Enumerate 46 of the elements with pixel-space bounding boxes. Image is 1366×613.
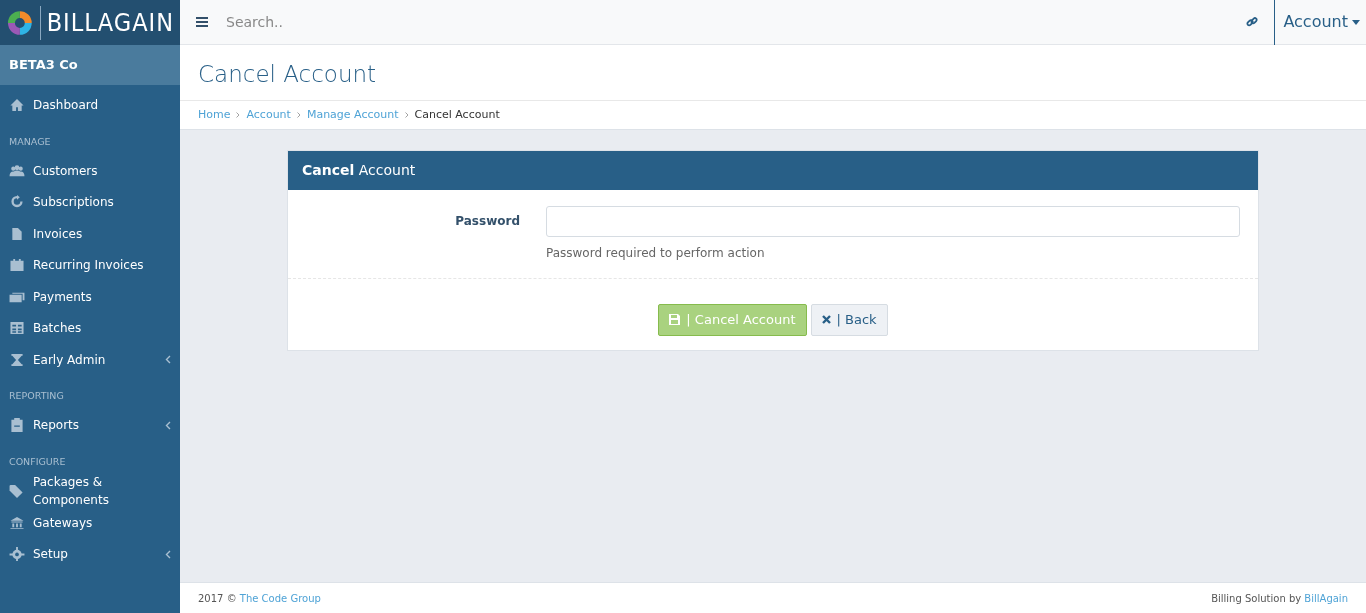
sidebar-item[interactable]: Payments: [0, 280, 180, 313]
caret-icon: [1352, 19, 1360, 25]
brand-logo-text: BILLAGAIN: [46, 6, 174, 39]
house-icon: [9, 97, 25, 112]
sidebar-item[interactable]: Subscriptions: [0, 186, 180, 218]
help-text: Password required to perform action: [546, 245, 766, 262]
logo-icon: [6, 8, 34, 37]
section-heading: MANAGE: [8, 134, 52, 149]
document-icon: [9, 226, 25, 241]
sidebar-item[interactable]: Recurring Invoices: [0, 249, 180, 281]
password-field[interactable]: [546, 206, 1240, 237]
close-icon: [821, 315, 831, 325]
circular-arrows-icon: [9, 195, 25, 209]
breadcrumb-current: Cancel Account: [414, 106, 500, 123]
account-menu[interactable]: Account: [1274, 0, 1366, 45]
hourglass-icon: [9, 352, 25, 367]
sidebar-item[interactable]: Invoices: [0, 217, 180, 250]
back-button[interactable]: | Back: [810, 304, 888, 336]
sidebar-item[interactable]: Batches: [0, 312, 180, 344]
sidebar-item[interactable]: Setup: [0, 538, 180, 570]
bank-icon: [9, 515, 25, 530]
sidebar-item[interactable]: Dashboard: [0, 89, 180, 121]
sidebar-item[interactable]: Early Admin: [0, 343, 180, 376]
section-heading: CONFIGURE: [8, 455, 67, 469]
clipboard-icon: [9, 418, 25, 433]
section-heading: REPORTING: [8, 389, 65, 404]
chevron-right-icon: [236, 111, 241, 118]
credit-text: Billing Solution by: [1211, 592, 1302, 604]
company-name: BETA3 Co: [0, 45, 180, 85]
sidebar-item[interactable]: Customers: [0, 154, 180, 187]
chevron-right-icon: [404, 111, 409, 118]
search-field[interactable]: Search..: [224, 10, 524, 34]
chevron-right-icon: [296, 111, 301, 118]
sidebar-item[interactable]: Gateways: [0, 506, 180, 539]
sidebar-item[interactable]: Reports: [0, 409, 180, 441]
link-icon[interactable]: [1246, 16, 1259, 28]
field-label: Password: [455, 214, 520, 228]
grid-table-icon: [9, 321, 25, 335]
menu-icon[interactable]: [196, 17, 208, 27]
card-header: Cancel Account: [288, 151, 1258, 190]
calendar-icon: [9, 258, 25, 272]
sidebar-item[interactable]: Packages & Components: [0, 475, 180, 507]
tag-icon: [9, 484, 25, 498]
people-icon: [9, 163, 25, 178]
page-title: Cancel Account: [180, 45, 1366, 101]
copyright-text: 2017 ©: [198, 592, 237, 604]
